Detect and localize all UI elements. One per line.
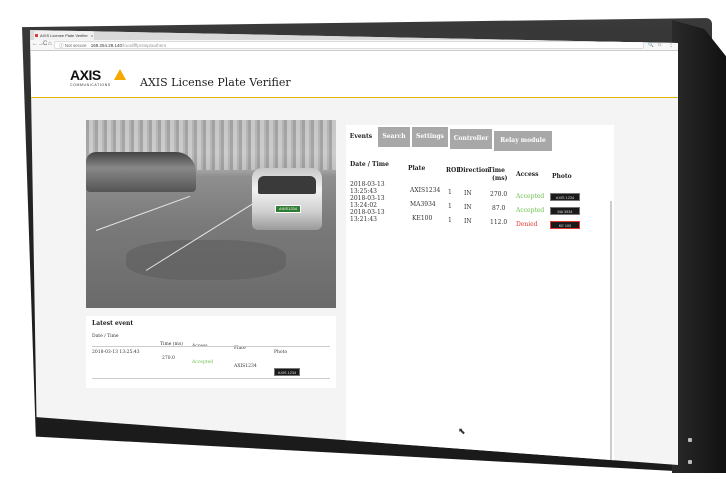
event-direction: IN bbox=[464, 218, 472, 225]
divider bbox=[92, 378, 330, 379]
event-access: Denied bbox=[516, 221, 538, 228]
event-access: Accepted bbox=[516, 193, 545, 200]
divider bbox=[92, 346, 330, 347]
screen: AXIS License Plate Verifier × ⊖ – ☐ ✕ ← … bbox=[30, 30, 678, 465]
axis-logo-triangle-icon bbox=[114, 69, 126, 80]
event-plate: MA3934 bbox=[410, 201, 436, 208]
event-time-of-day: 13:24:02 bbox=[350, 202, 377, 209]
camera-vehicle-windshield bbox=[258, 176, 316, 194]
latest-datetime: 2018-03-13 13:25:43 bbox=[92, 350, 140, 355]
event-plate-photo[interactable]: AXIS 1234 bbox=[550, 193, 580, 201]
latest-plate-photo[interactable]: AXIS 1234 bbox=[274, 368, 300, 376]
col-header-direction: Direction bbox=[458, 167, 490, 174]
monitor: AXIS License Plate Verifier × ⊖ – ☐ ✕ ← … bbox=[0, 0, 726, 479]
camera-puddle bbox=[126, 240, 286, 280]
latest-event-title: Latest event bbox=[92, 320, 134, 327]
event-date: 2018-03-13 bbox=[350, 181, 385, 188]
axis-logo: AXIS bbox=[70, 67, 101, 83]
reload-icon[interactable]: C bbox=[43, 41, 47, 47]
url-host: 169.254.28.140 bbox=[90, 43, 123, 48]
event-date: 2018-03-13 bbox=[350, 195, 385, 202]
monitor-button bbox=[688, 460, 692, 464]
event-direction: IN bbox=[464, 190, 472, 197]
app-title: AXIS License Plate Verifier bbox=[140, 76, 291, 89]
col-header-plate: Plate bbox=[408, 165, 426, 172]
event-roi: 1 bbox=[448, 189, 452, 196]
col-header-access: Access bbox=[516, 171, 539, 178]
latest-time: 270.0 bbox=[162, 356, 175, 361]
zoom-icon[interactable]: 🔍 bbox=[648, 42, 654, 48]
tab-bar: Events Search Settings Controller Relay … bbox=[346, 125, 614, 151]
axis-logo-subtitle: COMMUNICATIONS bbox=[70, 83, 111, 87]
mouse-cursor-icon: ⬉ bbox=[458, 426, 466, 436]
url-path: /local/fflprstep/authent bbox=[122, 43, 167, 48]
col-header-time: Time bbox=[488, 167, 505, 174]
events-scrollbar[interactable] bbox=[610, 201, 612, 465]
axis-favicon-icon bbox=[35, 34, 38, 37]
home-icon[interactable]: ⌂ bbox=[48, 41, 52, 47]
event-time-of-day: 13:21:43 bbox=[350, 216, 377, 223]
monitor-button bbox=[688, 438, 692, 442]
tab-relay-module[interactable]: Relay module bbox=[494, 131, 552, 151]
tab-controller[interactable]: Controller bbox=[450, 129, 492, 149]
event-direction: IN bbox=[464, 204, 472, 211]
event-date: 2018-03-13 bbox=[350, 209, 385, 216]
event-time-ms: 112.0 bbox=[490, 219, 508, 226]
tab-search[interactable]: Search bbox=[378, 127, 410, 147]
latest-header-datetime: Date / Time bbox=[92, 334, 119, 339]
tab-events[interactable]: Events bbox=[346, 127, 376, 147]
event-plate-photo[interactable]: KE 100 bbox=[550, 221, 580, 229]
events-panel: Events Search Settings Controller Relay … bbox=[346, 125, 614, 465]
event-time-ms: 270.0 bbox=[490, 191, 508, 198]
event-access: Accepted bbox=[516, 207, 545, 214]
event-roi: 1 bbox=[448, 203, 452, 210]
parking-line bbox=[95, 195, 191, 231]
monitor-side bbox=[672, 20, 726, 473]
browser-tab-title: AXIS License Plate Verifier bbox=[40, 33, 88, 38]
event-plate: AXIS1234 bbox=[410, 187, 441, 194]
close-tab-icon[interactable]: × bbox=[91, 33, 93, 38]
app-header: AXIS COMMUNICATIONS AXIS License Plate V… bbox=[30, 51, 678, 98]
event-plate-photo[interactable]: MA 3934 bbox=[550, 207, 580, 215]
url-input[interactable]: ⓘ Not secure 169.254.28.140/local/fflprs… bbox=[54, 41, 644, 49]
camera-parked-cars bbox=[86, 152, 196, 192]
col-header-photo: Photo bbox=[552, 173, 572, 180]
col-header-datetime: Date / Time bbox=[350, 161, 389, 168]
event-time-of-day: 13:25:43 bbox=[350, 188, 377, 195]
browser-addressbar: ← → C ⌂ ⓘ Not secure 169.254.28.140/loca… bbox=[30, 40, 678, 51]
event-plate: KE100 bbox=[412, 215, 433, 222]
event-roi: 1 bbox=[448, 217, 452, 224]
browser-tab[interactable]: AXIS License Plate Verifier × bbox=[34, 31, 94, 40]
not-secure-indicator[interactable]: ⓘ Not secure bbox=[59, 43, 87, 48]
latest-plate: AXIS1234 bbox=[234, 364, 257, 369]
col-header-time-unit: (ms) bbox=[492, 175, 508, 182]
tab-settings[interactable]: Settings bbox=[412, 127, 448, 147]
event-time-ms: 87.0 bbox=[492, 205, 506, 212]
camera-view: AXIS1234 bbox=[86, 120, 336, 308]
latest-access: Accepted bbox=[192, 360, 214, 365]
latest-event-panel: Latest event Date / Time Time (ms) Acces… bbox=[86, 316, 336, 388]
camera-license-plate: AXIS1234 bbox=[275, 205, 301, 213]
latest-header-photo: Photo bbox=[274, 350, 288, 355]
